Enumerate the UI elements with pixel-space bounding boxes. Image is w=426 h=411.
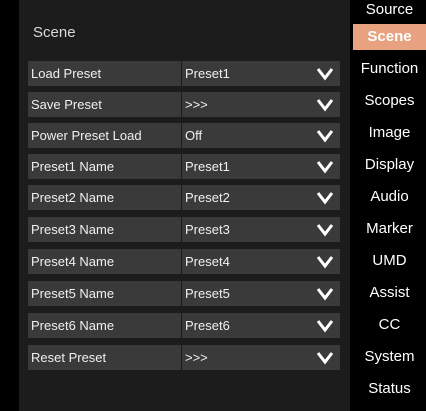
row-reset-preset[interactable]: Reset Preset >>>	[28, 345, 340, 370]
sidebar-item-source[interactable]: Source	[353, 0, 426, 20]
row-value-text: Preset2	[185, 190, 230, 205]
sidebar-item-scopes[interactable]: Scopes	[353, 88, 426, 114]
row-label: Power Preset Load	[28, 123, 181, 148]
row-value-text: Preset1	[185, 159, 230, 174]
row-value-dropdown[interactable]: >>>	[182, 92, 340, 117]
chevron-down-icon[interactable]	[316, 159, 334, 174]
row-label: Preset3 Name	[28, 217, 181, 242]
row-value-text: Preset3	[185, 222, 230, 237]
row-value-dropdown[interactable]: >>>	[182, 345, 340, 370]
row-value-text: Preset5	[185, 286, 230, 301]
row-preset2-name[interactable]: Preset2 Name Preset2	[28, 185, 340, 210]
sidebar-item-image[interactable]: Image	[353, 120, 426, 146]
sidebar-item-assist[interactable]: Assist	[353, 280, 426, 306]
row-label: Reset Preset	[28, 345, 181, 370]
row-value-dropdown[interactable]: Preset4	[182, 249, 340, 274]
row-value-dropdown[interactable]: Preset1	[182, 154, 340, 179]
chevron-down-icon[interactable]	[316, 350, 334, 365]
panel-title: Scene	[33, 24, 76, 41]
row-power-preset-load[interactable]: Power Preset Load Off	[28, 123, 340, 148]
menu-sidebar: Source Scene Function Scopes Image Displ…	[353, 0, 426, 408]
sidebar-item-system[interactable]: System	[353, 344, 426, 370]
chevron-down-icon[interactable]	[316, 97, 334, 112]
chevron-down-icon[interactable]	[316, 190, 334, 205]
row-preset6-name[interactable]: Preset6 Name Preset6	[28, 313, 340, 338]
sidebar-item-status[interactable]: Status	[353, 376, 426, 402]
row-value-dropdown[interactable]: Preset5	[182, 281, 340, 306]
row-label: Preset2 Name	[28, 185, 181, 210]
chevron-down-icon[interactable]	[316, 254, 334, 269]
row-load-preset[interactable]: Load Preset Preset1	[28, 61, 340, 86]
chevron-down-icon[interactable]	[316, 286, 334, 301]
row-label: Preset1 Name	[28, 154, 181, 179]
row-label: Preset6 Name	[28, 313, 181, 338]
sidebar-item-cc[interactable]: CC	[353, 312, 426, 338]
chevron-down-icon[interactable]	[316, 318, 334, 333]
row-preset3-name[interactable]: Preset3 Name Preset3	[28, 217, 340, 242]
chevron-down-icon[interactable]	[316, 222, 334, 237]
row-value-dropdown[interactable]: Preset1	[182, 61, 340, 86]
row-label: Preset4 Name	[28, 249, 181, 274]
settings-list: Load Preset Preset1 Save Preset >>> Powe…	[28, 61, 340, 377]
row-preset4-name[interactable]: Preset4 Name Preset4	[28, 249, 340, 274]
row-preset1-name[interactable]: Preset1 Name Preset1	[28, 154, 340, 179]
chevron-down-icon[interactable]	[316, 128, 334, 143]
row-preset5-name[interactable]: Preset5 Name Preset5	[28, 281, 340, 306]
sidebar-item-audio[interactable]: Audio	[353, 184, 426, 210]
row-value-text: >>>	[185, 97, 208, 112]
row-value-text: Off	[185, 128, 203, 143]
row-value-dropdown[interactable]: Preset2	[182, 185, 340, 210]
row-value-text: Preset1	[185, 66, 230, 81]
row-value-dropdown[interactable]: Preset6	[182, 313, 340, 338]
row-label: Preset5 Name	[28, 281, 181, 306]
scene-panel: Scene Load Preset Preset1 Save Preset >>…	[19, 0, 350, 411]
row-value-text: >>>	[185, 350, 208, 365]
row-value-dropdown[interactable]: Off	[182, 123, 340, 148]
row-save-preset[interactable]: Save Preset >>>	[28, 92, 340, 117]
monitor-menu: Scene Load Preset Preset1 Save Preset >>…	[0, 0, 426, 411]
sidebar-item-scene[interactable]: Scene	[353, 24, 426, 50]
row-value-text: Preset6	[185, 318, 230, 333]
row-value-dropdown[interactable]: Preset3	[182, 217, 340, 242]
sidebar-item-marker[interactable]: Marker	[353, 216, 426, 242]
chevron-down-icon[interactable]	[316, 66, 334, 81]
row-value-text: Preset4	[185, 254, 230, 269]
sidebar-item-umd[interactable]: UMD	[353, 248, 426, 274]
row-label: Save Preset	[28, 92, 181, 117]
sidebar-item-function[interactable]: Function	[353, 56, 426, 82]
sidebar-item-display[interactable]: Display	[353, 152, 426, 178]
row-label: Load Preset	[28, 61, 181, 86]
